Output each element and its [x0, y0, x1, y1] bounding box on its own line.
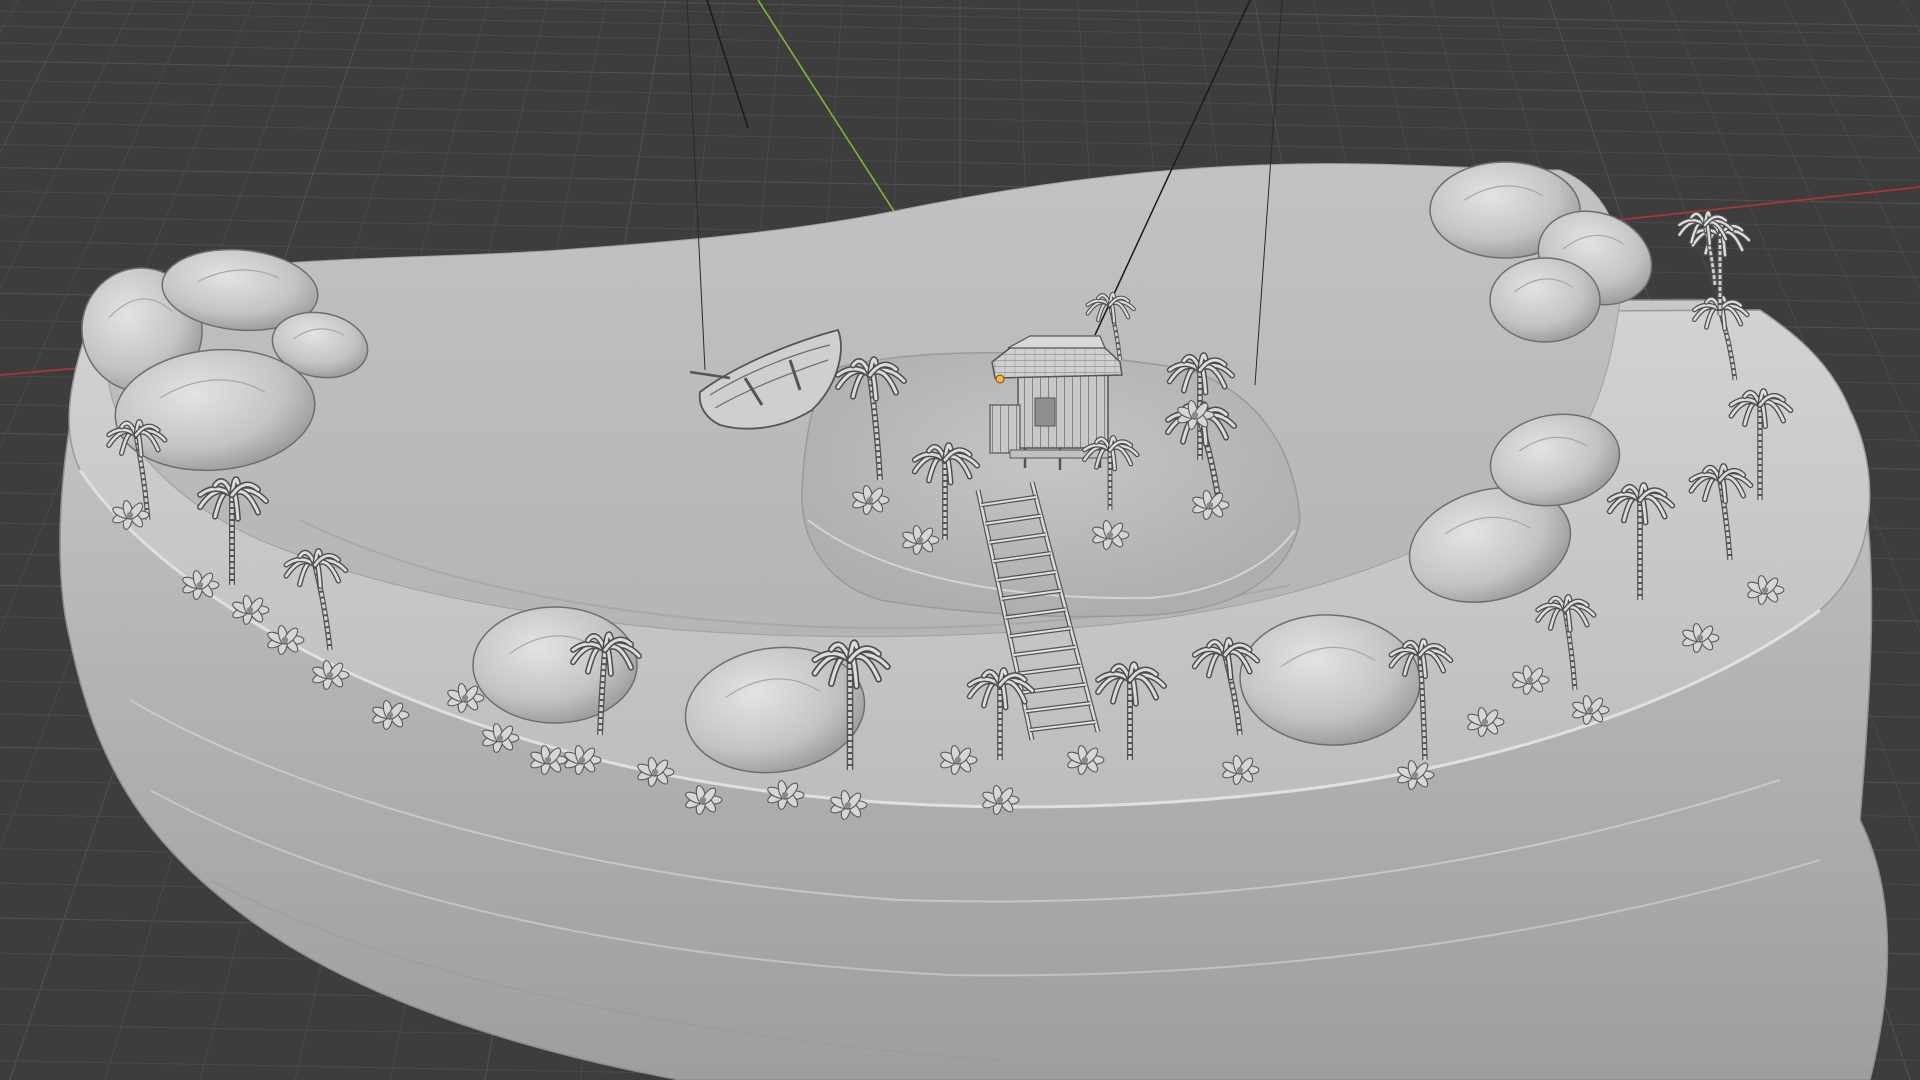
point-light[interactable] — [995, 374, 1005, 384]
viewport-canvas[interactable] — [0, 0, 1920, 1080]
3d-viewport[interactable] — [0, 0, 1920, 1080]
